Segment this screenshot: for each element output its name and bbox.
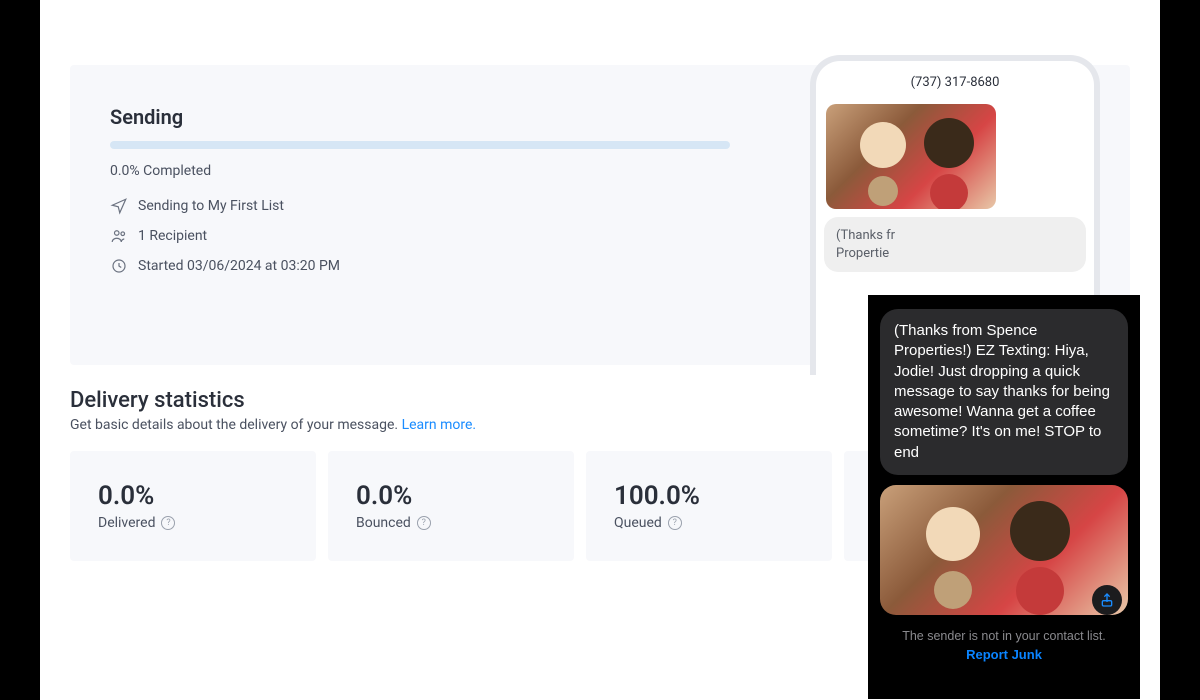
mms-image-preview	[826, 104, 996, 209]
users-icon	[110, 227, 128, 245]
imessage-overlay: (Thanks from Spence Properties!) EZ Text…	[868, 295, 1140, 699]
stat-value: 100.0%	[614, 481, 804, 511]
unknown-sender-note: The sender is not in your contact list.	[880, 629, 1128, 643]
stat-value: 0.0%	[98, 481, 288, 511]
share-button[interactable]	[1092, 585, 1122, 615]
paper-plane-icon	[110, 197, 128, 215]
mms-image[interactable]	[880, 485, 1128, 615]
stat-card-bounced: 0.0% Bounced ?	[328, 451, 574, 561]
delivery-subtitle-text: Get basic details about the delivery of …	[70, 417, 402, 433]
stat-label: Queued ?	[614, 515, 804, 531]
help-icon[interactable]: ?	[417, 516, 431, 530]
progress-bar	[110, 141, 730, 149]
help-icon[interactable]: ?	[668, 516, 682, 530]
stat-label: Delivered ?	[98, 515, 288, 531]
stat-label: Bounced ?	[356, 515, 546, 531]
phone-message-bubble: (Thanks fr Propertie	[824, 217, 1086, 272]
sending-to-label: Sending to My First List	[138, 198, 284, 214]
stat-card-queued: 100.0% Queued ?	[586, 451, 832, 561]
stat-value: 0.0%	[356, 481, 546, 511]
help-icon[interactable]: ?	[161, 516, 175, 530]
started-label: Started 03/06/2024 at 03:20 PM	[138, 258, 340, 274]
recipients-label: 1 Recipient	[138, 228, 207, 244]
report-junk-link[interactable]: Report Junk	[880, 647, 1128, 662]
learn-more-link[interactable]: Learn more.	[402, 417, 477, 433]
phone-number: (737) 317-8680	[816, 61, 1094, 98]
stat-card-delivered: 0.0% Delivered ?	[70, 451, 316, 561]
message-bubble: (Thanks from Spence Properties!) EZ Text…	[880, 309, 1128, 475]
clock-icon	[110, 257, 128, 275]
